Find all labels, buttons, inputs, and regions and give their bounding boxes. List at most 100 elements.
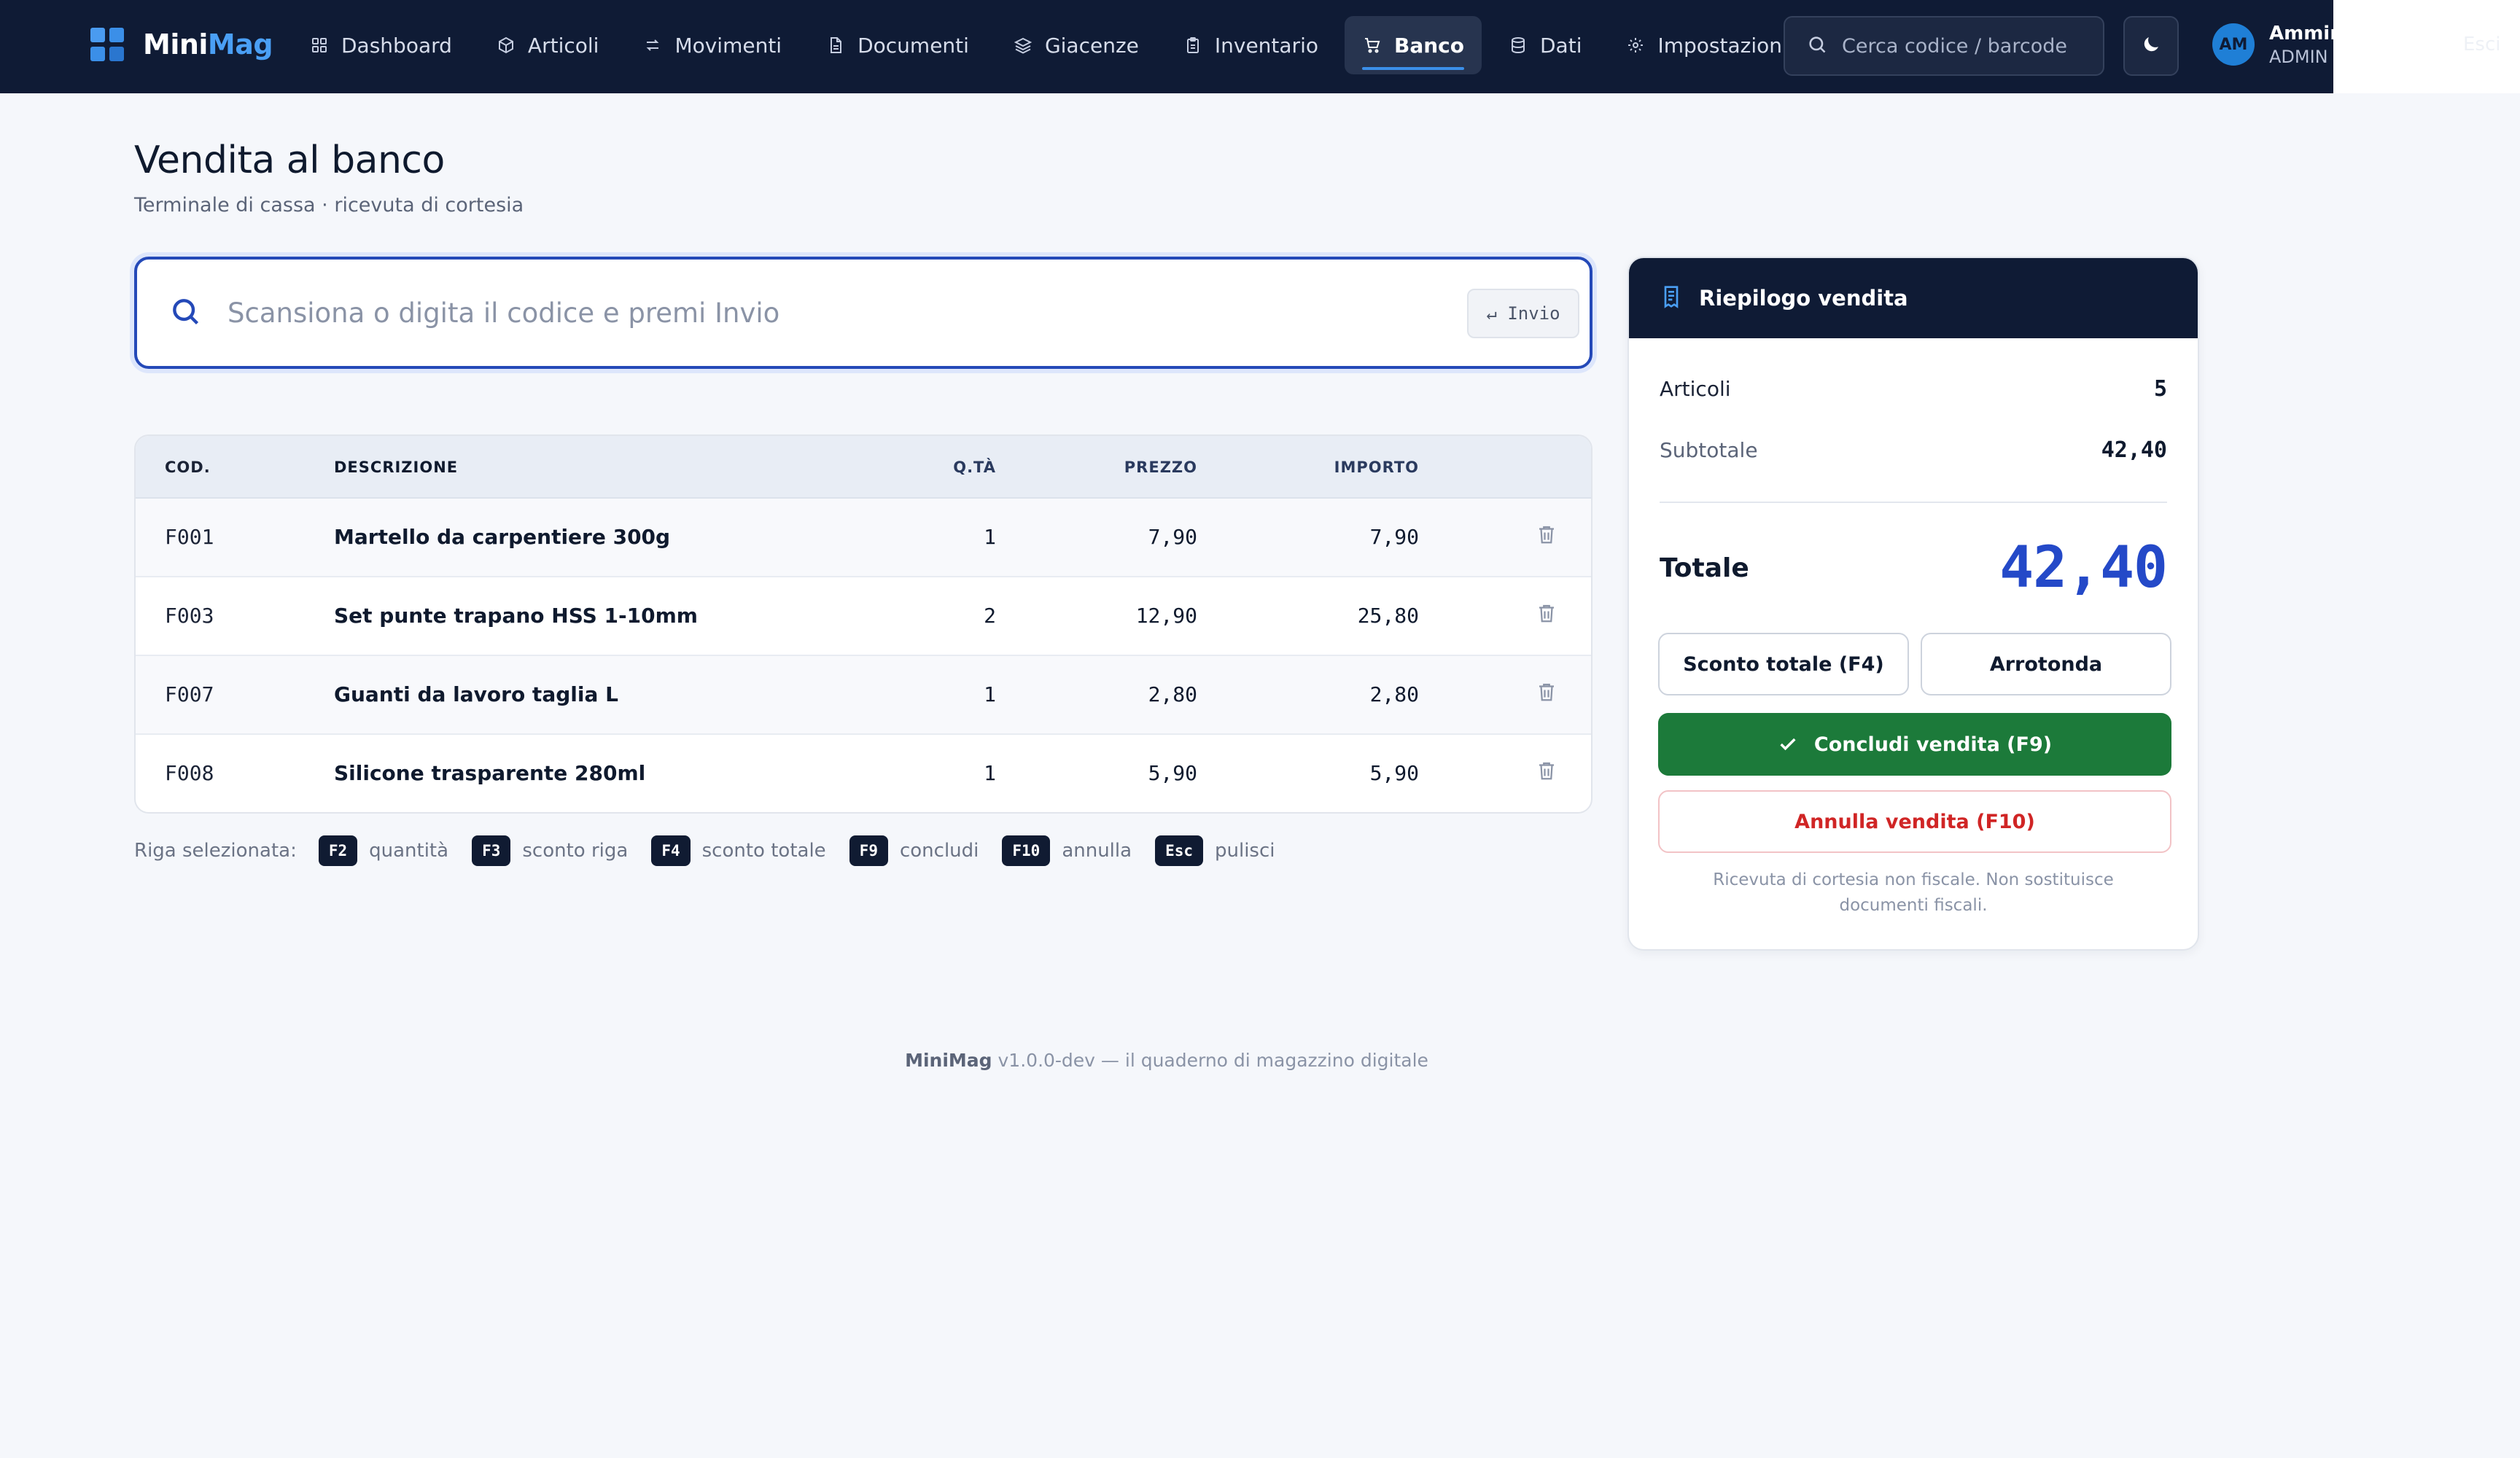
column-header-quantity: Q.TÀ <box>953 459 996 476</box>
check-icon <box>1778 734 1798 755</box>
shortcut-desc-f9: concludi <box>899 840 979 862</box>
table-row[interactable]: F001 Martello da carpentiere 300g 1 7,90… <box>136 499 1591 577</box>
database-icon <box>1508 35 1528 55</box>
document-icon <box>825 35 846 55</box>
cell-amount: 25,80 <box>1357 604 1419 628</box>
nav-dashboard[interactable]: Dashboard <box>292 16 470 74</box>
barcode-scan-input[interactable] <box>228 297 1380 329</box>
brand[interactable]: MiniMag <box>90 28 273 61</box>
nav-movimenti-label: Movimenti <box>674 33 782 58</box>
nav-dati[interactable]: Dati <box>1490 16 1599 74</box>
shortcut-desc-f3: sconto riga <box>522 840 629 862</box>
receipt-icon <box>1660 285 1683 311</box>
trash-icon[interactable] <box>1536 523 1558 550</box>
column-header-amount: IMPORTO <box>1334 459 1419 476</box>
table-row[interactable]: F003 Set punte trapano HSS 1-10mm 2 12,9… <box>136 577 1591 656</box>
moon-icon <box>2140 34 2162 58</box>
summary-items-value: 5 <box>2153 376 2167 402</box>
table-row[interactable]: F008 Silicone trasparente 280ml 1 5,90 5… <box>136 735 1591 812</box>
summary-title: Riepilogo vendita <box>1699 286 1908 311</box>
column-header-description: DESCRIZIONE <box>334 459 459 476</box>
keyboard-shortcuts-bar: Riga selezionata: F2 quantità F3 sconto … <box>134 835 1299 866</box>
cancel-sale-button[interactable]: Annulla vendita (F10) <box>1658 790 2171 853</box>
table-row[interactable]: F007 Guanti da lavoro taglia L 1 2,80 2,… <box>136 656 1591 735</box>
nav-movimenti[interactable]: Movimenti <box>625 16 799 74</box>
logo-icon <box>90 28 124 61</box>
shortcut-key-f2: F2 <box>318 835 358 866</box>
nav-banco[interactable]: Banco <box>1344 16 1482 74</box>
layers-icon <box>1013 35 1033 55</box>
cell-description: Martello da carpentiere 300g <box>334 525 671 549</box>
global-search-input[interactable] <box>1842 34 2082 58</box>
cell-code: F001 <box>165 525 214 549</box>
cell-quantity[interactable]: 2 <box>984 604 996 628</box>
footer: MiniMag v1.0.0-dev — il quaderno di maga… <box>0 1050 2333 1071</box>
summary-subtotal-label: Subtotale <box>1660 438 1758 462</box>
confirm-sale-button[interactable]: Concludi vendita (F9) <box>1658 713 2171 776</box>
cell-code: F007 <box>165 682 214 706</box>
nav-giacenze[interactable]: Giacenze <box>995 16 1156 74</box>
grid-icon <box>309 35 330 55</box>
shortcut-desc-f2: quantità <box>369 840 449 862</box>
nav-banco-label: Banco <box>1393 33 1464 58</box>
arrows-swap-icon <box>642 35 663 55</box>
nav-giacenze-label: Giacenze <box>1044 33 1139 58</box>
nav-articoli-label: Articoli <box>527 33 599 58</box>
clipboard-icon <box>1183 35 1203 55</box>
cell-amount: 7,90 <box>1369 525 1419 549</box>
summary-items-label: Articoli <box>1660 377 1731 401</box>
summary-items-line: Articoli 5 <box>1660 376 2167 402</box>
nav-impostazioni[interactable]: Impostazioni <box>1608 16 1805 74</box>
enter-key-hint[interactable]: ↵ Invio <box>1467 289 1579 338</box>
nav-articoli[interactable]: Articoli <box>478 16 617 74</box>
cell-price: 5,90 <box>1148 761 1197 785</box>
shortcut-desc-esc: pulisci <box>1215 840 1275 862</box>
search-icon <box>169 295 201 330</box>
nav-inventario[interactable]: Inventario <box>1165 16 1336 74</box>
nav-inventario-label: Inventario <box>1214 33 1318 58</box>
summary-total-line: Totale 42,40 <box>1660 535 2168 601</box>
shortcut-key-f3: F3 <box>472 835 511 866</box>
round-button[interactable]: Arrotonda <box>1921 633 2171 695</box>
page-subtitle: Terminale di cassa · ricevuta di cortesi… <box>134 194 524 217</box>
table-header: COD. DESCRIZIONE Q.TÀ PREZZO IMPORTO <box>136 436 1591 499</box>
column-header-code: COD. <box>165 459 211 476</box>
brand-name: MiniMag <box>143 28 273 61</box>
cell-quantity[interactable]: 1 <box>984 761 996 785</box>
summary-total-value: 42,40 <box>1999 535 2168 601</box>
cell-price: 7,90 <box>1148 525 1197 549</box>
shortcut-desc-f4: sconto totale <box>701 840 826 862</box>
sale-items-table: COD. DESCRIZIONE Q.TÀ PREZZO IMPORTO F00… <box>134 434 1592 814</box>
trash-icon[interactable] <box>1536 681 1558 708</box>
trash-icon[interactable] <box>1536 760 1558 787</box>
cell-quantity[interactable]: 1 <box>984 682 996 706</box>
gear-icon <box>1625 35 1646 55</box>
cell-quantity[interactable]: 1 <box>984 525 996 549</box>
summary-subtotal-value: 42,40 <box>2101 437 2167 463</box>
box-icon <box>496 35 516 55</box>
cell-description: Set punte trapano HSS 1-10mm <box>334 604 698 628</box>
nav-documenti[interactable]: Documenti <box>808 16 987 74</box>
cell-amount: 2,80 <box>1369 682 1419 706</box>
cell-code: F008 <box>165 761 214 785</box>
global-search[interactable] <box>1784 16 2104 76</box>
cart-icon <box>1362 35 1382 55</box>
theme-toggle-button[interactable] <box>2123 16 2179 76</box>
summary-total-label: Totale <box>1660 553 1749 583</box>
brand-name-part1: Mini <box>143 28 208 61</box>
nav-documenti-label: Documenti <box>858 33 969 58</box>
shortcuts-label: Riga selezionata: <box>134 840 297 862</box>
logout-link[interactable]: Esci <box>2463 34 2501 55</box>
brand-name-part2: Mag <box>207 28 273 61</box>
column-header-price: PREZZO <box>1124 459 1197 476</box>
confirm-sale-label: Concludi vendita (F9) <box>1813 733 2053 756</box>
discount-total-button[interactable]: Sconto totale (F4) <box>1658 633 1909 695</box>
nav-dati-label: Dati <box>1540 33 1582 58</box>
footer-brand: MiniMag <box>905 1050 992 1071</box>
sale-summary-card: Riepilogo vendita Articoli 5 Subtotale 4… <box>1628 257 2199 951</box>
trash-icon[interactable] <box>1536 602 1558 629</box>
page-title: Vendita al banco <box>134 139 445 182</box>
nav-impostazioni-label: Impostazioni <box>1657 33 1788 58</box>
barcode-scan-field[interactable]: ↵ Invio <box>134 257 1592 369</box>
cell-price: 12,90 <box>1135 604 1197 628</box>
